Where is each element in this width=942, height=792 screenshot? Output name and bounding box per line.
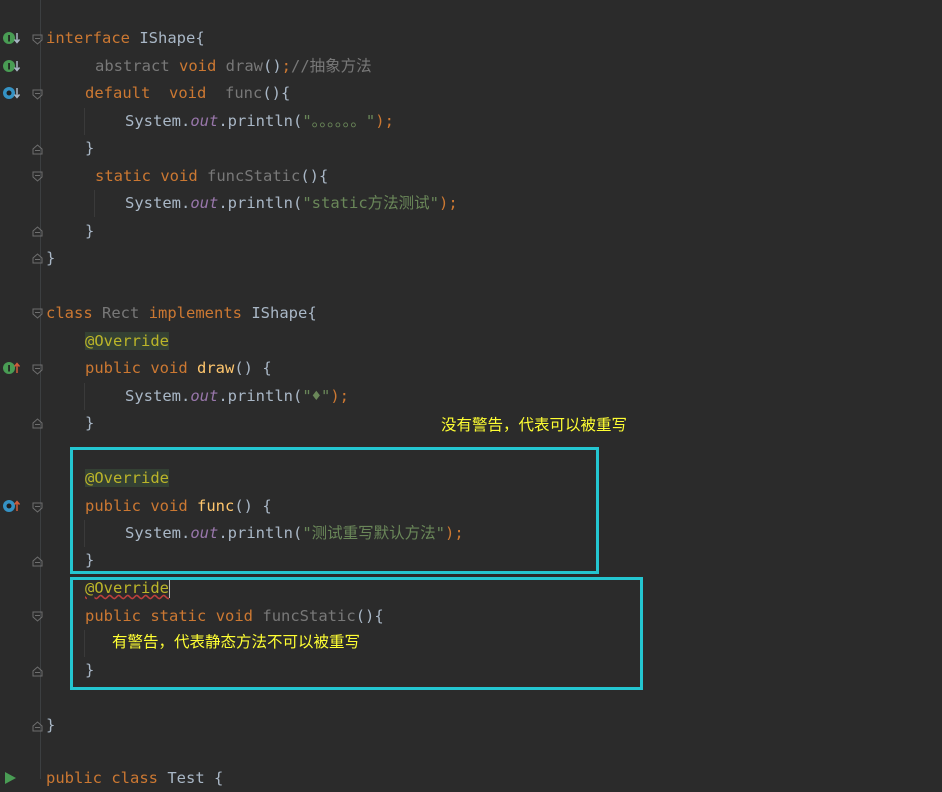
code-line[interactable]: System.out.println("static方法测试");	[125, 190, 458, 217]
method-name: func	[225, 84, 263, 102]
editor-gutter	[0, 0, 44, 779]
punct: (){	[300, 167, 329, 185]
svg-text:I: I	[7, 63, 10, 73]
code-line[interactable]: }	[85, 218, 94, 245]
string-literal: "static方法测试"	[302, 194, 439, 212]
overrides-method-icon[interactable]	[2, 498, 20, 514]
fold-open-icon[interactable]	[32, 34, 43, 45]
highlight-box-override-default	[70, 447, 599, 574]
implements-method-icon[interactable]: I	[2, 360, 20, 376]
code-line[interactable]: }	[46, 245, 55, 272]
gutter-divider	[40, 0, 41, 779]
svg-text:I: I	[7, 365, 10, 375]
keyword: class	[111, 769, 159, 787]
code-line[interactable]: System.out.println("♦");	[125, 383, 349, 410]
code-line[interactable]: class Rect implements IShape{	[46, 300, 317, 327]
string-literal: "♦"	[302, 387, 331, 405]
code-line[interactable]: abstract void draw();//抽象方法	[95, 53, 372, 80]
identifier: IShape{	[242, 304, 317, 322]
punct: ;	[281, 57, 292, 75]
code-line[interactable]: System.out.println("。。。。。。");	[125, 108, 394, 135]
method-name: funcStatic	[207, 167, 301, 185]
punct: ()	[263, 57, 282, 75]
keyword: void	[160, 167, 198, 185]
identifier: .println(	[218, 194, 303, 212]
brace: }	[85, 222, 95, 240]
keyword: void	[150, 359, 188, 377]
identifier: System.	[125, 112, 191, 130]
svg-text:I: I	[7, 35, 10, 45]
keyword: void	[169, 84, 207, 102]
keyword: void	[179, 57, 217, 75]
identifier: System.	[125, 194, 191, 212]
code-line[interactable]: }	[46, 712, 55, 739]
annotation: @Override	[85, 332, 169, 350]
method-name: draw	[225, 57, 263, 75]
string-literal: "。。。。。。"	[302, 112, 376, 130]
code-line[interactable]: @Override	[85, 328, 169, 355]
keyword: implements	[148, 304, 243, 322]
brace: }	[85, 414, 95, 432]
code-line[interactable]: public void draw() {	[85, 355, 272, 382]
brace: }	[46, 716, 56, 734]
brace: }	[85, 139, 95, 157]
identifier: Test {	[158, 769, 224, 787]
punct: () {	[234, 359, 272, 377]
fold-open-icon[interactable]	[32, 89, 43, 100]
implemented-method-icon[interactable]: I	[2, 30, 20, 46]
identifier: System.	[125, 387, 191, 405]
indent-guide	[94, 190, 95, 217]
punct: );	[375, 112, 394, 130]
fold-close-icon[interactable]	[32, 556, 43, 567]
overridden-method-icon[interactable]	[2, 85, 20, 101]
field: out	[190, 112, 219, 130]
code-line[interactable]: default void func(){	[85, 80, 290, 107]
fold-close-icon[interactable]	[32, 226, 43, 237]
fold-open-icon[interactable]	[32, 364, 43, 375]
code-line[interactable]: }	[85, 135, 94, 162]
fold-open-icon[interactable]	[32, 502, 43, 513]
implemented-method-icon[interactable]: I	[2, 58, 20, 74]
punct: );	[330, 387, 349, 405]
method-name: draw	[197, 359, 235, 377]
punct: );	[438, 194, 458, 212]
keyword: static	[95, 167, 151, 185]
run-icon[interactable]	[2, 770, 20, 786]
class-name: Rect	[102, 304, 140, 322]
code-line[interactable]: }	[85, 410, 94, 437]
keyword: interface	[46, 29, 130, 47]
fold-close-icon[interactable]	[32, 721, 43, 732]
code-line[interactable]: static void funcStatic(){	[95, 163, 328, 190]
note-warning: 有警告，代表静态方法不可以被重写	[112, 633, 361, 651]
note-no-warning: 没有警告，代表可以被重写	[441, 416, 628, 434]
punct: (){	[262, 84, 291, 102]
fold-open-icon[interactable]	[32, 171, 43, 182]
keyword: class	[46, 304, 93, 322]
field: out	[190, 194, 219, 212]
field: out	[190, 387, 219, 405]
keyword: abstract	[95, 57, 170, 75]
identifier: .println(	[218, 112, 303, 130]
identifier: .println(	[218, 387, 303, 405]
indent-guide	[84, 108, 85, 135]
fold-close-icon[interactable]	[32, 418, 43, 429]
fold-open-icon[interactable]	[32, 308, 43, 319]
code-line[interactable]: interface IShape{	[46, 25, 205, 52]
indent-guide	[84, 383, 85, 410]
keyword: public	[85, 359, 141, 377]
keyword: public	[46, 769, 102, 787]
fold-close-icon[interactable]	[32, 144, 43, 155]
fold-open-icon[interactable]	[32, 611, 43, 622]
fold-close-icon[interactable]	[32, 253, 43, 264]
identifier: IShape{	[130, 29, 205, 47]
brace: }	[46, 249, 56, 267]
keyword: default	[85, 84, 151, 102]
fold-close-icon[interactable]	[32, 666, 43, 677]
comment: //抽象方法	[291, 57, 372, 75]
